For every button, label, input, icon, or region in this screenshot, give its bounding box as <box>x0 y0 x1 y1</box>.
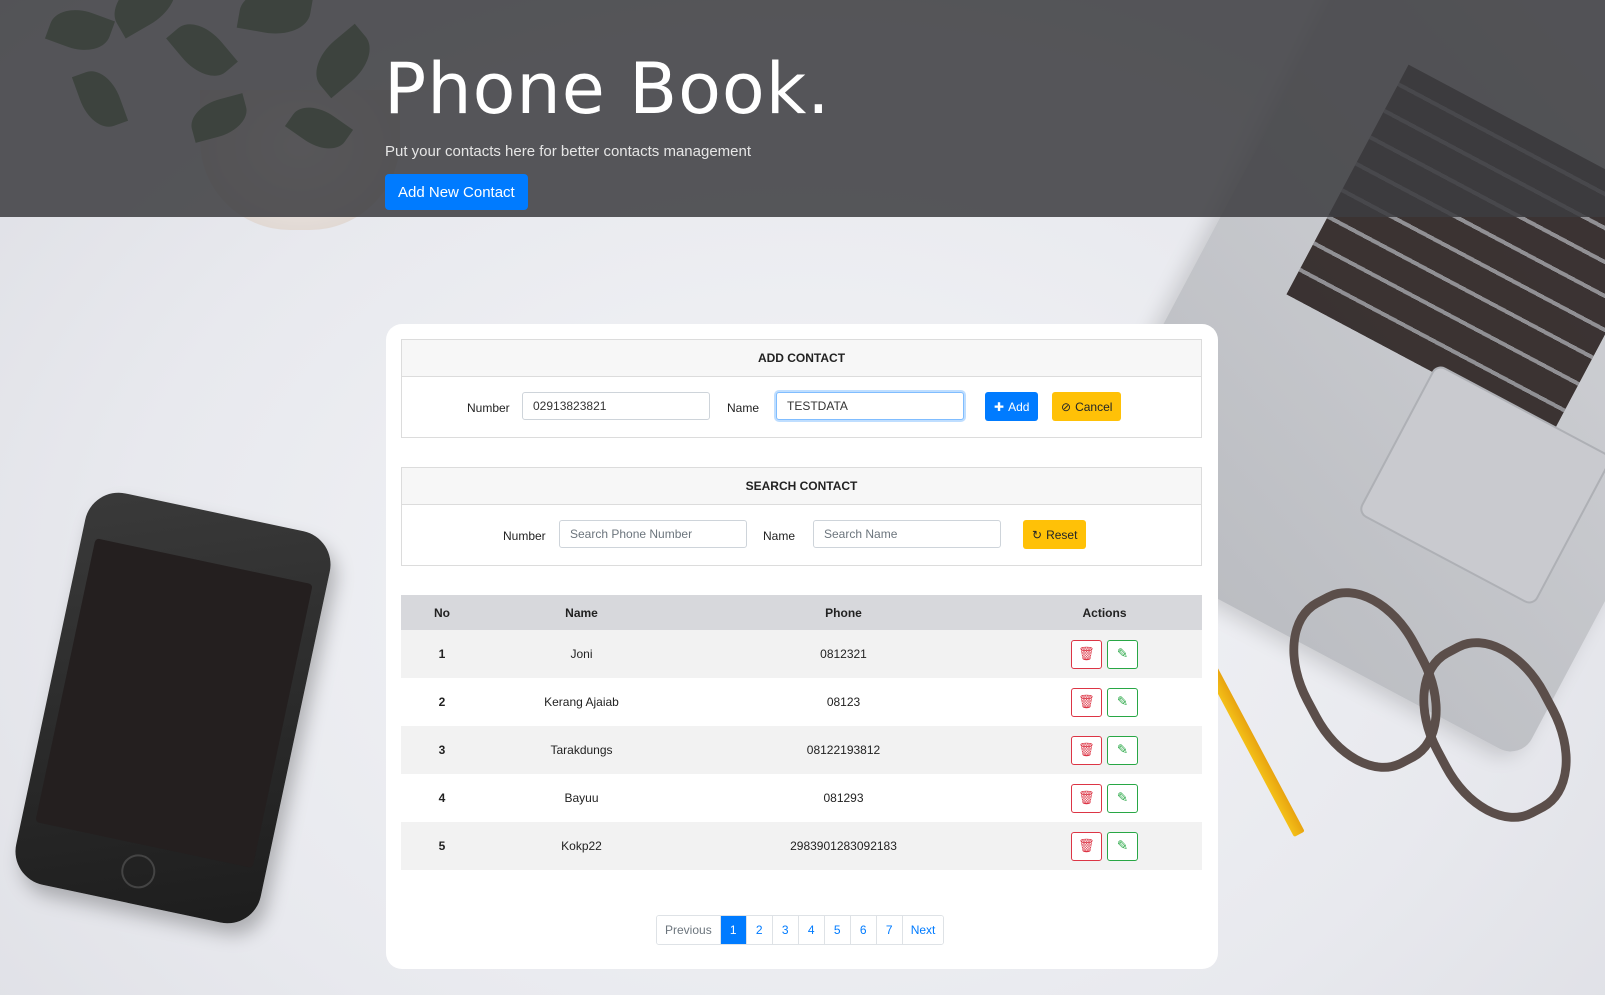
delete-button[interactable]: 🗑 <box>1071 831 1102 861</box>
row-phone: 081293 <box>680 774 1007 822</box>
search-name-label: Name <box>763 529 796 543</box>
row-no: 3 <box>401 726 483 774</box>
row-actions: 🗑 ✎ <box>1007 630 1202 678</box>
row-actions: 🗑 ✎ <box>1007 822 1202 870</box>
pagination-next[interactable]: Next <box>902 916 944 944</box>
trash-icon: 🗑 <box>1078 790 1095 805</box>
trash-icon: 🗑 <box>1078 694 1095 709</box>
edit-icon: ✎ <box>1116 694 1129 709</box>
ban-icon: ⊘ <box>1061 399 1072 414</box>
contacts-table: No Name Phone Actions 1 Joni 0812321 🗑 ✎… <box>401 595 1202 870</box>
edit-button[interactable]: ✎ <box>1107 783 1138 813</box>
delete-button[interactable]: 🗑 <box>1071 735 1102 765</box>
delete-button[interactable]: 🗑 <box>1071 639 1102 669</box>
add-name-label: Name <box>727 401 760 415</box>
row-phone: 0812321 <box>680 630 1007 678</box>
col-header-no: No <box>401 595 483 630</box>
row-name: Joni <box>483 630 680 678</box>
add-number-label: Number <box>467 401 510 415</box>
add-number-input[interactable] <box>522 392 710 420</box>
trash-icon: 🗑 <box>1078 838 1095 853</box>
row-no: 4 <box>401 774 483 822</box>
add-contact-heading: ADD CONTACT <box>402 340 1201 377</box>
table-row: 2 Kerang Ajaiab 08123 🗑 ✎ <box>401 678 1202 726</box>
hero-banner: Phone Book. Put your contacts here for b… <box>0 0 1605 217</box>
edit-button[interactable]: ✎ <box>1107 639 1138 669</box>
search-number-input[interactable] <box>559 520 747 548</box>
col-header-actions: Actions <box>1007 595 1202 630</box>
table-header-row: No Name Phone Actions <box>401 595 1202 630</box>
row-name: Bayuu <box>483 774 680 822</box>
search-name-input[interactable] <box>813 520 1001 548</box>
row-phone: 2983901283092183 <box>680 822 1007 870</box>
table-row: 3 Tarakdungs 08122193812 🗑 ✎ <box>401 726 1202 774</box>
table-row: 1 Joni 0812321 🗑 ✎ <box>401 630 1202 678</box>
trash-icon: 🗑 <box>1078 646 1095 661</box>
trash-icon: 🗑 <box>1078 742 1095 757</box>
row-actions: 🗑 ✎ <box>1007 678 1202 726</box>
smartphone-image <box>9 486 337 930</box>
reset-button[interactable]: ↻ Reset <box>1023 520 1087 549</box>
row-name: Tarakdungs <box>483 726 680 774</box>
page-title: Phone Book. <box>384 48 831 130</box>
row-phone: 08123 <box>680 678 1007 726</box>
row-actions: 🗑 ✎ <box>1007 774 1202 822</box>
search-contact-panel: SEARCH CONTACT Number Name ↻ Reset <box>401 467 1202 566</box>
row-phone: 08122193812 <box>680 726 1007 774</box>
cancel-button[interactable]: ⊘ Cancel <box>1052 392 1122 421</box>
search-number-label: Number <box>503 529 546 543</box>
table-row: 4 Bayuu 081293 🗑 ✎ <box>401 774 1202 822</box>
add-button-label: Add <box>1008 399 1030 414</box>
row-no: 1 <box>401 630 483 678</box>
pagination-page-7[interactable]: 7 <box>876 916 903 944</box>
plus-icon: ✚ <box>994 399 1005 414</box>
row-no: 5 <box>401 822 483 870</box>
row-no: 2 <box>401 678 483 726</box>
edit-icon: ✎ <box>1116 742 1129 757</box>
col-header-name: Name <box>483 595 680 630</box>
table-row: 5 Kokp22 2983901283092183 🗑 ✎ <box>401 822 1202 870</box>
cancel-button-label: Cancel <box>1075 399 1113 414</box>
pagination-previous[interactable]: Previous <box>657 916 721 944</box>
add-contact-panel: ADD CONTACT Number Name ✚ Add ⊘ Cancel <box>401 339 1202 438</box>
add-name-input[interactable] <box>776 392 964 420</box>
row-actions: 🗑 ✎ <box>1007 726 1202 774</box>
col-header-phone: Phone <box>680 595 1007 630</box>
row-name: Kerang Ajaiab <box>483 678 680 726</box>
contacts-card: ADD CONTACT Number Name ✚ Add ⊘ Cancel S… <box>386 324 1218 969</box>
refresh-icon: ↻ <box>1032 527 1043 542</box>
edit-button[interactable]: ✎ <box>1107 735 1138 765</box>
edit-icon: ✎ <box>1116 790 1129 805</box>
add-button[interactable]: ✚ Add <box>985 392 1039 421</box>
delete-button[interactable]: 🗑 <box>1071 687 1102 717</box>
reset-button-label: Reset <box>1046 527 1078 542</box>
search-contact-heading: SEARCH CONTACT <box>402 468 1201 505</box>
delete-button[interactable]: 🗑 <box>1071 783 1102 813</box>
pagination-page-3[interactable]: 3 <box>772 916 799 944</box>
pagination-page-1[interactable]: 1 <box>720 916 747 944</box>
edit-button[interactable]: ✎ <box>1107 687 1138 717</box>
row-name: Kokp22 <box>483 822 680 870</box>
pagination-page-6[interactable]: 6 <box>850 916 877 944</box>
pagination-page-2[interactable]: 2 <box>746 916 773 944</box>
pagination-page-5[interactable]: 5 <box>824 916 851 944</box>
pagination-page-4[interactable]: 4 <box>798 916 825 944</box>
glasses-image <box>1263 565 1597 845</box>
edit-icon: ✎ <box>1116 838 1129 853</box>
page-subtitle: Put your contacts here for better contac… <box>385 143 752 160</box>
pagination: Previous 1 2 3 4 5 6 7 Next <box>656 915 945 945</box>
edit-button[interactable]: ✎ <box>1107 831 1138 861</box>
edit-icon: ✎ <box>1116 646 1129 661</box>
add-new-contact-button[interactable]: Add New Contact <box>385 174 528 210</box>
